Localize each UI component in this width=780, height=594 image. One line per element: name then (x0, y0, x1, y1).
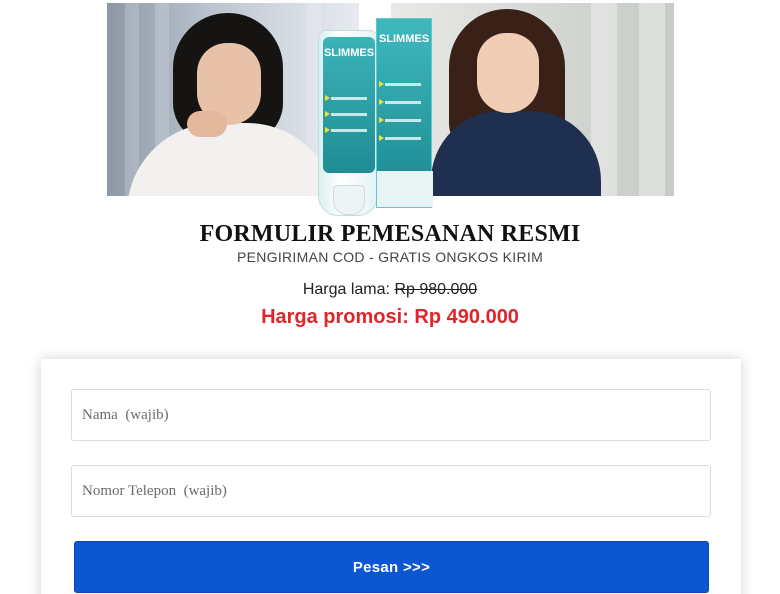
order-page: SLIMMES SLIMMES FORMULIR PEMESANAN RESMI… (0, 0, 780, 594)
order-form: Pesan >>> (41, 359, 741, 594)
old-price-value: Rp 980.000 (394, 281, 478, 298)
promo-price: Harga promosi: Rp 490.000 (261, 306, 519, 328)
product-brand-label: SLIMMES (323, 47, 375, 59)
product-box-image: SLIMMES (376, 18, 433, 208)
page-subtitle: PENGIRIMAN COD - GRATIS ONGKOS KIRIM (236, 249, 544, 265)
product-brand-label: SLIMMES (378, 33, 430, 45)
hero-photo-right (391, 3, 674, 196)
old-price: Harga lama: Rp 980.000 (0, 281, 780, 299)
phone-input[interactable] (71, 465, 711, 517)
old-price-label: Harga lama: (302, 281, 390, 298)
name-input[interactable] (71, 389, 711, 441)
order-submit-button[interactable]: Pesan >>> (74, 541, 709, 593)
product-tube-image: SLIMMES (318, 30, 378, 216)
page-title: FORMULIR PEMESANAN RESMI (199, 221, 581, 247)
